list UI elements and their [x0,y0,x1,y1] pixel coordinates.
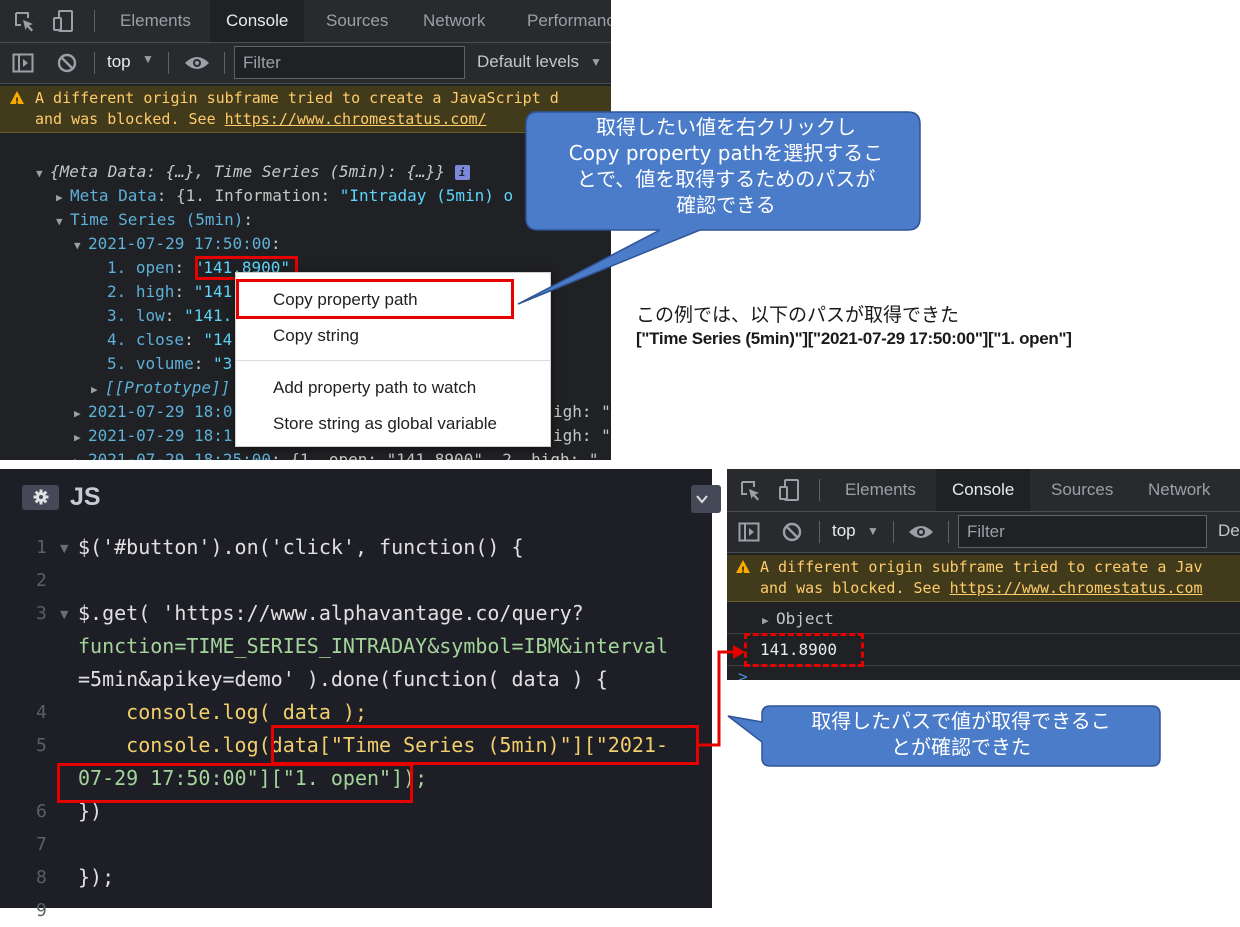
menu-item-store-global-variable[interactable]: Store string as global variable [273,414,497,434]
tree-row-date[interactable]: ▶2021-07-29 18:25:00: {1. open: "141.890… [74,449,599,460]
console-toolbar: top ▼ Filter Default levels ▼ [0,43,611,84]
sidebar-toggle-icon[interactable] [738,521,760,543]
tree-row-time-series[interactable]: ▼ Time Series (5min): [56,209,253,233]
triangle-right-icon[interactable]: ▶ [74,403,88,425]
callout-text-top: 取得したい値を右クリックし Copy property pathを選択するこ と… [568,115,884,217]
clear-console-icon[interactable] [56,52,78,74]
inspect-element-icon[interactable] [740,480,762,502]
tab-sources[interactable]: Sources [310,0,404,42]
eye-icon[interactable] [184,53,210,73]
warning-icon [736,560,750,582]
tree-root[interactable]: ▼ {Meta Data: {…}, Time Series (5min): {…… [36,161,470,185]
device-toolbar-icon[interactable] [52,9,76,33]
chevron-down-icon [696,495,708,504]
code-line[interactable]: $('#button').on('click', function() { [78,531,524,564]
console-object-row[interactable]: ▶ Object [762,608,834,632]
code-line[interactable]: function=TIME_SERIES_INTRADAY&symbol=IBM… [78,630,668,663]
chromestatus-link[interactable]: https://www.chromestatus.com [950,579,1203,597]
info-icon[interactable]: i [454,165,470,180]
warning-icon [10,91,24,113]
line-number: 5 [36,735,47,756]
code-line[interactable]: $.get( 'https://www.alphavantage.co/quer… [78,597,584,630]
highlight-copy-property-path [236,279,514,319]
caret-down-icon[interactable]: ▼ [867,524,879,538]
filter-input[interactable]: Filter [234,46,465,79]
context-selector[interactable]: top [107,52,131,72]
console-toolbar: top ▼ Filter De [727,512,1240,553]
tree-field-volume[interactable]: 5. volume: "3 [107,353,232,375]
inspect-element-icon[interactable] [14,11,36,33]
editor-title: JS [70,483,101,511]
settings-gear-button[interactable] [22,485,59,510]
example-note-text: この例では、以下のパスが取得できた [636,304,960,326]
context-selector[interactable]: top [832,521,856,541]
triangle-right-icon[interactable]: ▶ [74,451,88,460]
tree-row-date[interactable]: ▶ 2021-07-29 18:0 [74,401,233,425]
tab-elements[interactable]: Elements [829,469,932,511]
tab-network[interactable]: Network [407,0,501,42]
filter-input[interactable]: Filter [958,515,1207,548]
gear-icon [33,489,49,505]
caret-down-icon[interactable]: ▼ [142,52,154,66]
highlight-code-path-1 [271,725,699,765]
tab-console[interactable]: Console [210,0,305,42]
tab-performance[interactable]: Performanc [511,0,611,42]
tab-elements[interactable]: Elements [104,0,207,42]
triangle-down-icon[interactable]: ▼ [36,163,50,185]
tab-network[interactable]: Network [1132,469,1226,511]
device-toolbar-icon[interactable] [778,478,802,502]
warning-message: A different origin subframe tried to cre… [727,555,1240,602]
tree-row-meta-data[interactable]: ▶ Meta Data: {1. Information: "Intraday (… [56,185,513,209]
triangle-right-icon[interactable]: ▶ [91,379,105,401]
callout-text-bottom: 取得したパスで値が取得できるこ とが確認できた [811,709,1111,759]
tree-row-prototype[interactable]: ▶ [[Prototype]] [91,377,230,401]
line-number: 3 [36,603,47,624]
eye-icon[interactable] [908,522,934,542]
triangle-right-icon[interactable]: ▶ [762,610,776,632]
triangle-right-icon[interactable]: ▶ [56,187,70,209]
highlight-code-path-2 [57,763,413,803]
log-levels-dropdown[interactable]: Default levels [477,52,579,72]
line-number: 7 [36,834,47,855]
menu-item-copy-string[interactable]: Copy string [273,326,359,346]
devtools-tab-bar: Elements Console Sources Network [727,469,1240,512]
code-line[interactable]: =5min&apikey=demo' ).done(function( data… [78,663,608,696]
caret-down-icon[interactable]: ▼ [590,55,602,69]
devtools-panel-bottom: Elements Console Sources Network top ▼ F… [727,469,1240,680]
line-number: 6 [36,801,47,822]
line-number: 1 [36,537,47,558]
tree-row-date[interactable]: ▶ 2021-07-29 18:1 [74,425,233,449]
sidebar-toggle-icon[interactable] [12,52,34,74]
editor-header: JS [0,469,721,524]
triangle-down-icon[interactable]: ▼ [56,211,70,233]
collapse-button[interactable] [691,485,721,513]
tree-row-date[interactable]: ▼ 2021-07-29 17:50:00: [74,233,281,257]
menu-item-add-property-path-to-watch[interactable]: Add property path to watch [273,378,476,398]
fold-arrow-icon[interactable]: ▼ [60,542,68,555]
code-line[interactable]: }); [78,861,114,894]
clear-console-icon[interactable] [781,521,803,543]
log-levels-dropdown[interactable]: De [1218,521,1240,541]
chromestatus-link[interactable]: https://www.chromestatus.com/ [225,110,487,128]
devtools-tab-bar: Elements Console Sources Network Perform… [0,0,611,43]
line-number: 2 [36,570,47,591]
triangle-right-icon[interactable]: ▶ [74,427,88,449]
tab-sources[interactable]: Sources [1035,469,1129,511]
tab-console[interactable]: Console [936,469,1031,511]
example-path-text: ["Time Series (5min)"]["2021-07-29 17:50… [636,329,1072,348]
fold-arrow-icon[interactable]: ▼ [60,608,68,621]
tree-field-close[interactable]: 4. close: "14 [107,329,232,351]
triangle-down-icon[interactable]: ▼ [74,235,88,257]
highlight-output-value [744,633,864,667]
tree-field-high[interactable]: 2. high: "141 [107,281,232,303]
line-number: 4 [36,702,47,723]
tree-field-low[interactable]: 3. low: "141. [107,305,232,327]
code-editor: JS 1 2 3 4 5 6 7 8 9 ▼ ▼ $('#button').on… [0,469,721,921]
line-number: 8 [36,867,47,888]
tree-row-tail: igh: " [553,426,611,445]
tree-row-tail: igh: " [553,402,611,421]
